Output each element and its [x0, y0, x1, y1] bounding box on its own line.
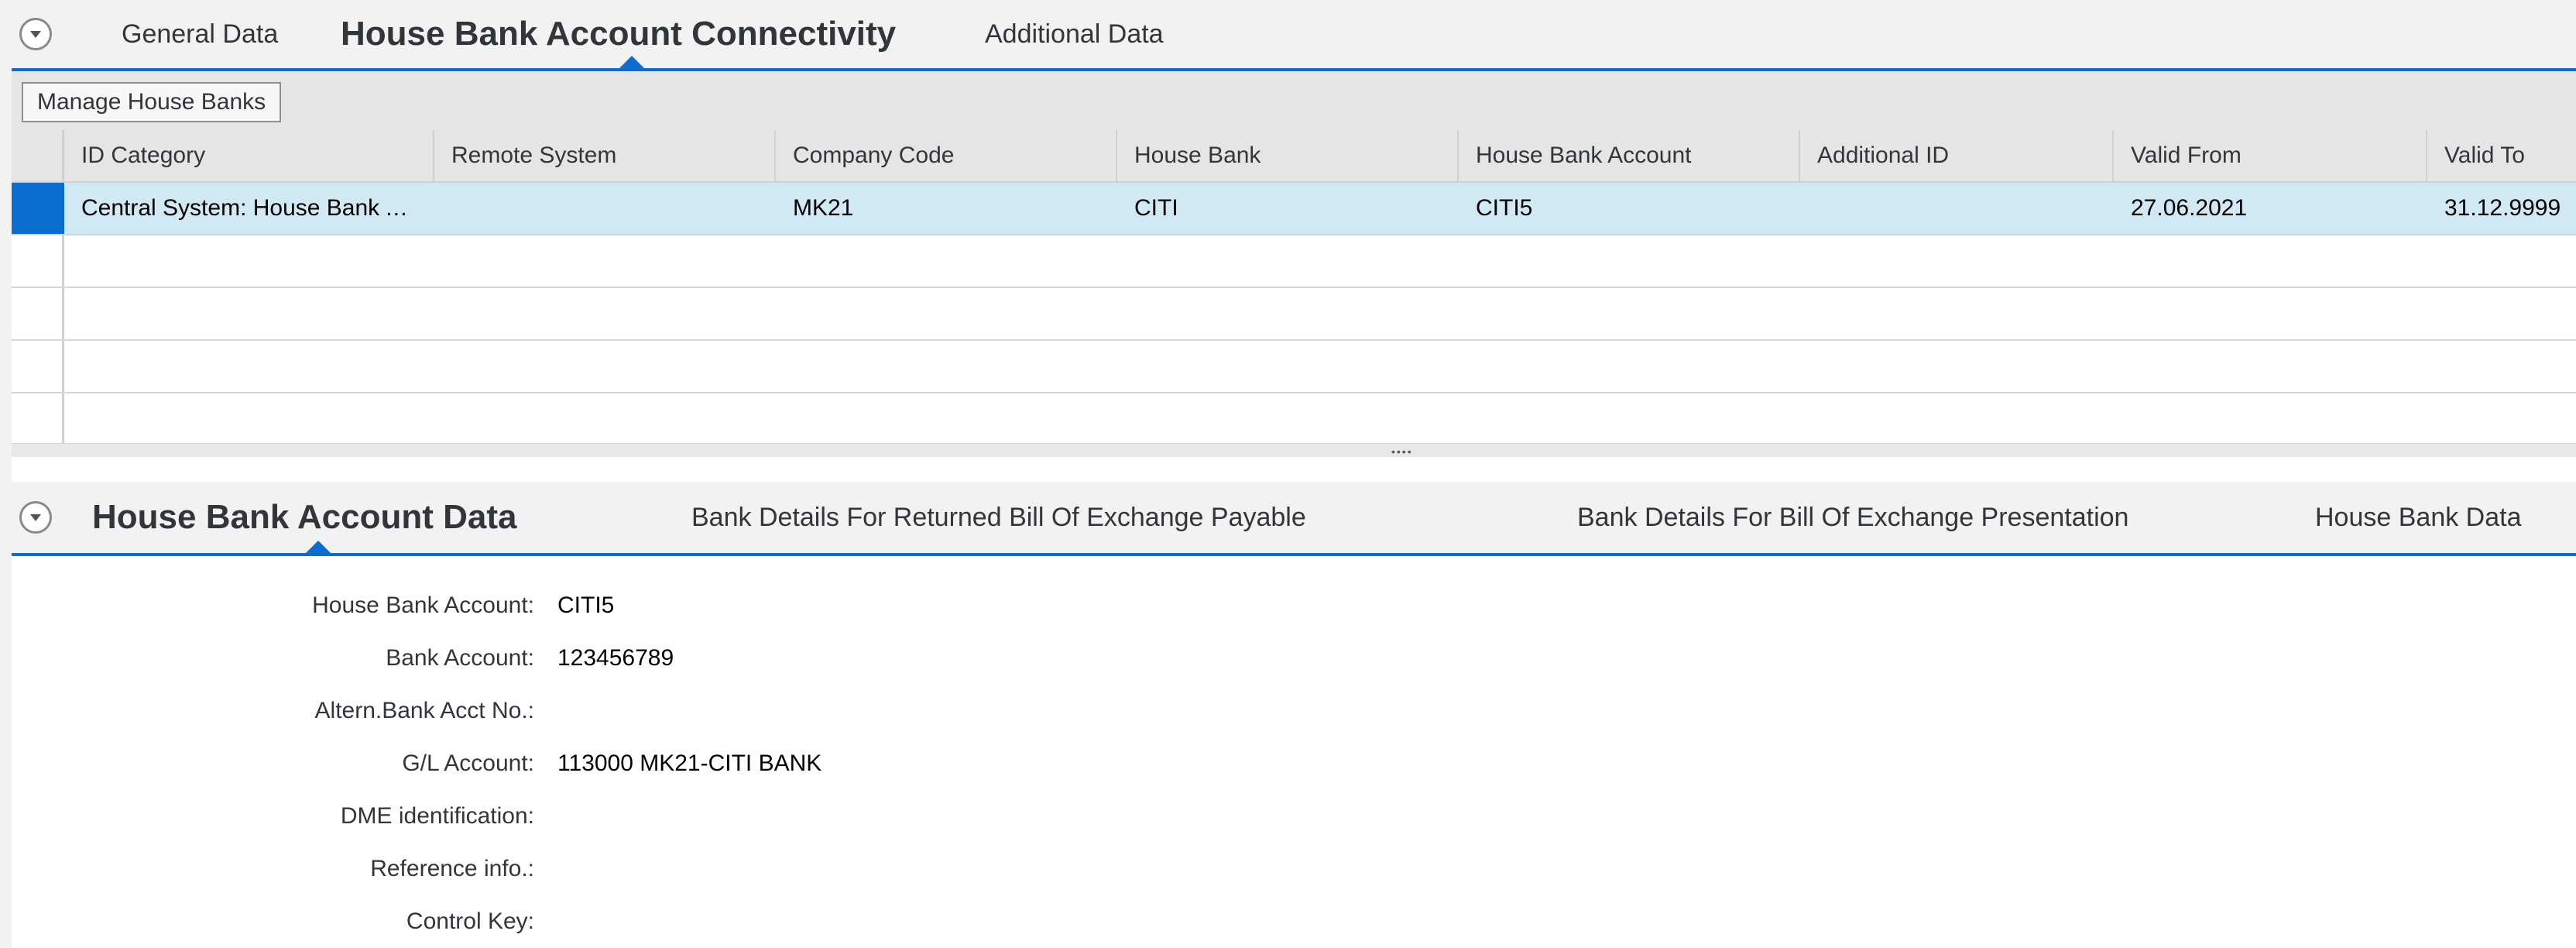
left-margin — [0, 0, 12, 948]
cell-remote-system — [434, 183, 776, 234]
value-bank-account: 123456789 — [557, 645, 674, 671]
column-header-valid-from[interactable]: Valid From — [2114, 130, 2427, 181]
label-reference-info: Reference info.: — [370, 856, 534, 881]
house-bank-account-form: House Bank Account: CITI5 Bank Account: … — [12, 556, 2576, 948]
splitter-grip-icon: •••• — [1391, 445, 1413, 458]
column-header-remote-system[interactable]: Remote System — [434, 130, 776, 181]
active-tab-indicator — [619, 56, 644, 68]
cell-house-bank-account: CITI5 — [1476, 195, 1533, 221]
cell-id-category: Central System: House Bank Account — [81, 195, 434, 221]
row-selector[interactable] — [12, 183, 64, 234]
empty-table-row[interactable] — [12, 235, 2576, 288]
chevron-down-icon — [30, 31, 41, 38]
form-row-house-bank-account: House Bank Account: CITI5 — [12, 579, 2576, 632]
top-tab-bar: General Data House Bank Account Connecti… — [12, 0, 2576, 71]
column-header-house-bank[interactable]: House Bank — [1117, 130, 1459, 181]
form-row-control-key: Control Key: — [12, 895, 2576, 948]
empty-table-row[interactable] — [12, 393, 2576, 446]
form-row-reference-info: Reference info.: — [12, 843, 2576, 895]
column-header-house-bank-account[interactable]: House Bank Account — [1459, 130, 1800, 181]
cell-additional-id — [1800, 183, 2114, 234]
table-toolbar: Manage House Banks — [12, 71, 2576, 130]
value-house-bank-account: CITI5 — [557, 592, 615, 618]
value-gl-account: 113000 MK21-CITI BANK — [557, 750, 822, 776]
table-resize-splitter[interactable]: •••• — [12, 443, 2576, 457]
table-header-row: ID Category Remote System Company Code H… — [12, 130, 2576, 183]
cell-company-code: MK21 — [793, 195, 854, 221]
label-control-key: Control Key: — [406, 908, 534, 934]
manage-house-banks-button[interactable]: Manage House Banks — [22, 82, 282, 122]
detail-tab-bar: House Bank Account Data Bank Details For… — [12, 482, 2576, 556]
tab-bill-presentation[interactable]: Bank Details For Bill Of Exchange Presen… — [1577, 482, 2128, 553]
tab-general-data[interactable]: General Data — [122, 0, 278, 68]
form-row-altern-bank-acct: Altern.Bank Acct No.: — [12, 685, 2576, 737]
column-header-additional-id[interactable]: Additional ID — [1800, 130, 2114, 181]
tab-house-bank-account-data[interactable]: House Bank Account Data — [92, 482, 516, 553]
form-row-bank-account: Bank Account: 123456789 — [12, 632, 2576, 685]
select-all-cell[interactable] — [12, 130, 64, 181]
table-row[interactable]: Central System: House Bank Account MK21 … — [12, 183, 2576, 235]
tab-house-bank-account-connectivity[interactable]: House Bank Account Connectivity — [341, 0, 896, 68]
row-selector[interactable] — [12, 341, 64, 392]
empty-table-row[interactable] — [12, 288, 2576, 341]
cell-valid-from: 27.06.2021 — [2131, 195, 2248, 221]
tab-returned-bill-payable[interactable]: Bank Details For Returned Bill Of Exchan… — [691, 482, 1306, 553]
label-house-bank-account: House Bank Account: — [312, 592, 534, 618]
row-selector[interactable] — [12, 288, 64, 339]
cell-house-bank: CITI — [1134, 195, 1178, 221]
collapse-section-button[interactable] — [19, 501, 52, 534]
chevron-down-icon — [30, 514, 41, 521]
label-dme-identification: DME identification: — [340, 803, 534, 829]
form-row-dme-identification: DME identification: — [12, 790, 2576, 843]
label-gl-account: G/L Account: — [402, 750, 534, 776]
connectivity-table: ID Category Remote System Company Code H… — [12, 130, 2576, 446]
label-altern-bank-acct: Altern.Bank Acct No.: — [314, 698, 534, 723]
active-tab-indicator — [306, 541, 331, 553]
row-selector[interactable] — [12, 393, 64, 445]
empty-table-row[interactable] — [12, 341, 2576, 393]
form-row-gl-account: G/L Account: 113000 MK21-CITI BANK — [12, 737, 2576, 790]
cell-valid-to: 31.12.9999 — [2444, 195, 2561, 221]
tab-additional-data[interactable]: Additional Data — [985, 0, 1164, 68]
column-header-id-category[interactable]: ID Category — [64, 130, 434, 181]
row-selector[interactable] — [12, 235, 64, 287]
label-bank-account: Bank Account: — [386, 645, 534, 671]
collapse-section-button[interactable] — [19, 18, 52, 50]
tab-house-bank-data[interactable]: House Bank Data — [2315, 482, 2522, 553]
column-header-company-code[interactable]: Company Code — [776, 130, 1117, 181]
column-header-valid-to[interactable]: Valid To — [2427, 130, 2576, 181]
